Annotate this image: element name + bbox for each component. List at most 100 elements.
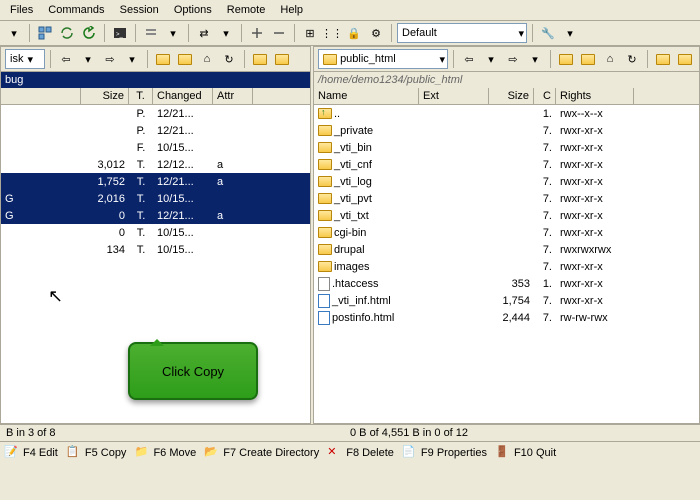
refresh-icon[interactable]: ↻	[219, 49, 239, 69]
table-row[interactable]: ↑..1.rwx--x--x	[314, 105, 699, 122]
properties-icon: 📄	[402, 445, 418, 461]
grid-icon[interactable]: ⊞	[300, 23, 320, 43]
status-bar: B in 3 of 8 0 B of 4,551 B in 0 of 12	[0, 424, 700, 441]
f6-move[interactable]: 📁F6 Move	[134, 445, 196, 461]
bookmark-folder-icon[interactable]	[250, 49, 270, 69]
dots-icon[interactable]: ⋮⋮	[322, 23, 342, 43]
table-row[interactable]: G0T.12/21...a	[1, 207, 310, 224]
back-icon[interactable]: ⇦	[56, 49, 76, 69]
table-row[interactable]: _vti_pvt7.rwxr-xr-x	[314, 190, 699, 207]
table-row[interactable]: F.10/15...	[1, 139, 310, 156]
remote-grid-header[interactable]: Name Ext Size C Rights	[314, 88, 699, 105]
panels: isk▾ ⇦ ▾ ⇨ ▾ ⌂ ↻ bug Size T. Changed Att…	[0, 46, 700, 424]
lock-icon[interactable]: 🔒	[344, 23, 364, 43]
new-folder-icon[interactable]	[675, 49, 695, 69]
tutorial-callout: Click Copy	[128, 342, 258, 400]
table-row[interactable]: cgi-bin7.rwxr-xr-x	[314, 224, 699, 241]
chevron-down-icon[interactable]: ▾	[525, 49, 545, 69]
table-row[interactable]: _vti_log7.rwxr-xr-x	[314, 173, 699, 190]
table-row[interactable]: 134T.10/15...	[1, 241, 310, 258]
f4-edit[interactable]: 📝F4 Edit	[4, 445, 58, 461]
local-grid-header[interactable]: Size T. Changed Attr	[1, 88, 310, 105]
local-disk-dropdown[interactable]: isk▾	[5, 49, 45, 69]
table-row[interactable]: postinfo.html2,4447.rw-rw-rwx	[314, 309, 699, 326]
new-folder-icon[interactable]	[272, 49, 292, 69]
tools-icon[interactable]: 🔧	[538, 23, 558, 43]
chevron-down-icon[interactable]: ▾	[216, 23, 236, 43]
chevron-down-icon[interactable]: ▾	[122, 49, 142, 69]
menu-bar: Files Commands Session Options Remote He…	[0, 0, 700, 21]
quit-icon: 🚪	[495, 445, 511, 461]
delete-icon: ✕	[327, 445, 343, 461]
plus-icon[interactable]	[247, 23, 267, 43]
chevron-down-icon[interactable]: ▾	[481, 49, 501, 69]
table-row[interactable]: _vti_txt7.rwxr-xr-x	[314, 207, 699, 224]
menu-remote[interactable]: Remote	[221, 2, 272, 18]
svg-text:>_: >_	[116, 32, 124, 38]
edit-icon: 📝	[4, 445, 20, 461]
minus-icon[interactable]	[269, 23, 289, 43]
f8-delete[interactable]: ✕F8 Delete	[327, 445, 394, 461]
queue-icon[interactable]	[141, 23, 161, 43]
remote-path: /home/demo1234/public_html	[314, 72, 699, 88]
f9-properties[interactable]: 📄F9 Properties	[402, 445, 487, 461]
table-row[interactable]: _private7.rwxr-xr-x	[314, 122, 699, 139]
table-row[interactable]: G2,016T.10/15...	[1, 190, 310, 207]
root-folder-icon[interactable]	[578, 49, 598, 69]
settings-icon[interactable]: ⚙	[366, 23, 386, 43]
remote-folder-dropdown[interactable]: public_html▾	[318, 49, 448, 69]
table-row[interactable]: 0T.10/15...	[1, 224, 310, 241]
refresh-icon[interactable]: ↻	[622, 49, 642, 69]
parent-folder-icon[interactable]	[556, 49, 576, 69]
sync-icon[interactable]	[57, 23, 77, 43]
menu-session[interactable]: Session	[114, 2, 165, 18]
main-toolbar: ▾ >_ ▾ ⇄ ▾ ⊞ ⋮⋮ 🔒 ⚙ Default ▾ 🔧 ▾	[0, 21, 700, 46]
transfer-icon[interactable]: ⇄	[194, 23, 214, 43]
terminal-icon[interactable]: >_	[110, 23, 130, 43]
forward-icon[interactable]: ⇨	[100, 49, 120, 69]
table-row[interactable]: 1,752T.12/21...a	[1, 173, 310, 190]
remote-status: 0 B of 4,551 B in 0 of 12	[350, 427, 694, 439]
function-keys: 📝F4 Edit 📋F5 Copy 📁F6 Move 📂F7 Create Di…	[0, 441, 700, 464]
chevron-down-icon[interactable]: ▾	[560, 23, 580, 43]
table-row[interactable]: .htaccess3531.rwxr-xr-x	[314, 275, 699, 292]
f7-create[interactable]: 📂F7 Create Directory	[204, 445, 319, 461]
new-folder-icon: 📂	[204, 445, 220, 461]
chevron-down-icon[interactable]: ▾	[163, 23, 183, 43]
remote-nav: public_html▾ ⇦ ▾ ⇨ ▾ ⌂ ↻	[314, 47, 699, 72]
menu-help[interactable]: Help	[274, 2, 309, 18]
back-icon[interactable]: ⇦	[459, 49, 479, 69]
move-icon: 📁	[134, 445, 150, 461]
forward-icon[interactable]: ⇨	[503, 49, 523, 69]
bookmark-folder-icon[interactable]	[653, 49, 673, 69]
chevron-down-icon[interactable]: ▾	[78, 49, 98, 69]
session-dropdown-value: Default	[402, 27, 437, 39]
table-row[interactable]: drupal7.rwxrwxrwx	[314, 241, 699, 258]
menu-commands[interactable]: Commands	[42, 2, 110, 18]
table-row[interactable]: P.12/21...	[1, 122, 310, 139]
f10-quit[interactable]: 🚪F10 Quit	[495, 445, 556, 461]
folder-label: public_html	[340, 53, 396, 65]
parent-folder-icon[interactable]	[153, 49, 173, 69]
menu-options[interactable]: Options	[168, 2, 218, 18]
home-icon[interactable]: ⌂	[600, 49, 620, 69]
refresh-icon[interactable]	[79, 23, 99, 43]
layout-icon[interactable]	[35, 23, 55, 43]
table-row[interactable]: images7.rwxr-xr-x	[314, 258, 699, 275]
copy-icon: 📋	[66, 445, 82, 461]
table-row[interactable]: _vti_inf.html1,7547.rwxr-xr-x	[314, 292, 699, 309]
session-dropdown[interactable]: Default ▾	[397, 23, 527, 43]
f5-copy[interactable]: 📋F5 Copy	[66, 445, 127, 461]
chevron-down-icon[interactable]: ▾	[4, 23, 24, 43]
home-icon[interactable]: ⌂	[197, 49, 217, 69]
table-row[interactable]: _vti_cnf7.rwxr-xr-x	[314, 156, 699, 173]
menu-files[interactable]: Files	[4, 2, 39, 18]
table-row[interactable]: P.12/21...	[1, 105, 310, 122]
remote-panel: public_html▾ ⇦ ▾ ⇨ ▾ ⌂ ↻ /home/demo1234/…	[313, 46, 700, 424]
cursor-icon: ↖	[48, 286, 63, 307]
remote-grid[interactable]: Name Ext Size C Rights ↑..1.rwx--x--x_pr…	[314, 88, 699, 423]
table-row[interactable]: _vti_bin7.rwxr-xr-x	[314, 139, 699, 156]
root-folder-icon[interactable]	[175, 49, 195, 69]
table-row[interactable]: 3,012T.12/12...a	[1, 156, 310, 173]
local-status: B in 3 of 8	[6, 427, 350, 439]
